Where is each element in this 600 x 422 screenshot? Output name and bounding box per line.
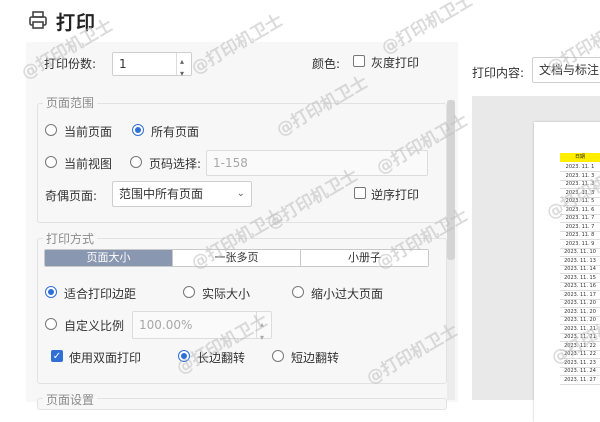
grayscale-label: 灰度打印 [371, 56, 420, 70]
fit-margins-label: 适合打印边距 [64, 287, 137, 301]
radio-long-edge[interactable] [178, 350, 190, 362]
color-label: 颜色: [312, 57, 341, 71]
radio-custom-scale[interactable] [45, 318, 57, 330]
page-select-placeholder: 1-158 [213, 156, 248, 170]
current-view-label: 当前视图 [64, 157, 113, 171]
page-select-label: 页码选择: [149, 157, 202, 171]
radio-short-edge[interactable] [272, 350, 284, 362]
long-edge-label: 长边翻转 [197, 351, 246, 365]
preview-page: 日期 2023. 11. 1 2023. 11. 3 2023. 11. 3 2023… [534, 122, 600, 422]
duplex-label: 使用双面打印 [69, 351, 142, 365]
radio-fit-margins[interactable] [45, 286, 57, 298]
stepper-down-icon[interactable]: ▾ [260, 325, 264, 351]
odd-even-label: 奇偶页面: [45, 189, 98, 203]
custom-scale-stepper[interactable]: ▴ ▾ [256, 312, 271, 342]
reverse-label: 逆序打印 [371, 188, 420, 202]
stepper-down-icon[interactable]: ▾ [180, 63, 184, 85]
all-pages-label: 所有页面 [151, 125, 200, 139]
reverse-checkbox[interactable] [354, 187, 366, 199]
preview-date-row: 2023. 11. 27 [560, 376, 600, 385]
print-mode-legend: 打印方式 [43, 230, 98, 247]
shrink-large-label: 缩小过大页面 [311, 287, 384, 301]
radio-actual-size[interactable] [183, 286, 195, 298]
dialog-title: 打印 [28, 6, 96, 36]
print-preview: 日期 2023. 11. 1 2023. 11. 3 2023. 11. 3 2023… [472, 96, 600, 422]
page-select-input[interactable]: 1-158 [206, 150, 428, 176]
odd-even-value: 范围中所有页面 [119, 187, 204, 201]
radio-page-select[interactable] [130, 156, 142, 168]
custom-scale-field[interactable]: 100.00% ▴ ▾ [132, 311, 272, 342]
tab-booklet[interactable]: 小册子 [300, 250, 428, 266]
custom-scale-value: 100.00% [139, 318, 193, 332]
copies-stepper[interactable]: ▴ ▾ [176, 53, 191, 78]
radio-current-view[interactable] [45, 156, 57, 168]
chevron-down-icon: ⌄ [236, 188, 245, 199]
duplex-checkbox[interactable]: ✓ [51, 350, 63, 362]
tab-page-size[interactable]: 页面大小 [45, 250, 172, 266]
copies-label: 打印份数: [44, 57, 97, 71]
custom-scale-label: 自定义比例 [64, 319, 125, 333]
print-content-select[interactable]: 文档与标注 [532, 57, 600, 83]
radio-current-page[interactable] [45, 124, 57, 136]
actual-size-label: 实际大小 [202, 287, 251, 301]
radio-all-pages[interactable] [132, 124, 144, 136]
tab-multi-page[interactable]: 一张多页 [172, 250, 300, 266]
printer-icon [28, 10, 48, 33]
print-content-label: 打印内容: [472, 66, 525, 80]
print-mode-tabs[interactable]: 页面大小 一张多页 小册子 [44, 249, 429, 267]
dialog-title-text: 打印 [56, 11, 97, 34]
preview-date-header: 日期 [560, 153, 600, 162]
scrollbar-thumb[interactable] [447, 100, 455, 260]
page-range-legend: 页面范围 [43, 94, 98, 111]
copies-field[interactable]: 1 ▴ ▾ [112, 52, 192, 78]
radio-shrink-large[interactable] [292, 286, 304, 298]
copies-value: 1 [119, 57, 127, 71]
grayscale-checkbox[interactable] [353, 55, 365, 67]
current-page-label: 当前页面 [64, 125, 113, 139]
print-content-value: 文档与标注 [539, 63, 600, 77]
odd-even-select[interactable]: 范围中所有页面 ⌄ [112, 181, 252, 207]
settings-scrollbar[interactable] [447, 100, 455, 400]
short-edge-label: 短边翻转 [291, 351, 340, 365]
